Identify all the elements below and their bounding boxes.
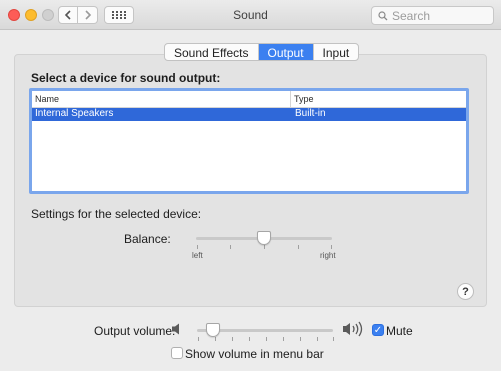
- tab-input[interactable]: Input: [312, 44, 359, 60]
- slider-tick: [300, 337, 301, 341]
- show-volume-menubar-label: Show volume in menu bar: [185, 347, 324, 361]
- slider-tick: [230, 245, 231, 249]
- volume-slider-thumb[interactable]: [206, 323, 221, 337]
- slider-tick: [317, 337, 318, 341]
- slider-tick: [215, 337, 216, 341]
- slider-tick: [232, 337, 233, 341]
- slider-tick: [264, 245, 265, 249]
- slider-tick: [249, 337, 250, 341]
- balance-label: Balance:: [124, 232, 171, 246]
- slider-tick: [333, 337, 334, 341]
- checkmark-icon: ✓: [373, 325, 383, 336]
- output-volume-label: Output volume:: [94, 324, 176, 338]
- balance-left-label: left: [192, 251, 203, 260]
- speaker-low-icon: [172, 323, 179, 335]
- mute-checkbox[interactable]: ✓: [372, 324, 384, 336]
- tab-output[interactable]: Output: [257, 44, 313, 60]
- column-header-type[interactable]: Type: [291, 91, 314, 107]
- slider-tick: [197, 245, 198, 249]
- help-button[interactable]: ?: [457, 283, 474, 300]
- column-header-name[interactable]: Name: [32, 91, 291, 107]
- slider-tick: [298, 245, 299, 249]
- slider-tick: [266, 337, 267, 341]
- balance-slider-thumb[interactable]: [257, 231, 271, 245]
- search-field[interactable]: [371, 6, 494, 25]
- device-name: Internal Speakers: [35, 108, 114, 119]
- show-volume-menubar-checkbox[interactable]: [171, 347, 183, 359]
- slider-tick: [198, 337, 199, 341]
- tab-sound-effects[interactable]: Sound Effects: [165, 44, 257, 60]
- section-title: Select a device for sound output:: [31, 71, 221, 85]
- search-input[interactable]: [392, 8, 492, 23]
- tab-bar: Sound Effects Output Input: [164, 43, 360, 61]
- title-bar: Sound: [0, 0, 501, 30]
- device-type: Built-in: [295, 108, 326, 119]
- table-row[interactable]: Internal Speakers Built-in: [32, 108, 466, 121]
- table-header: Name Type: [32, 91, 466, 108]
- slider-tick: [331, 245, 332, 249]
- slider-tick: [283, 337, 284, 341]
- search-icon: [378, 10, 388, 20]
- device-table[interactable]: Name Type Internal Speakers Built-in: [29, 88, 469, 194]
- balance-right-label: right: [320, 251, 336, 260]
- speaker-high-icon: [343, 321, 363, 337]
- mute-label: Mute: [386, 324, 413, 338]
- settings-label: Settings for the selected device:: [31, 207, 202, 221]
